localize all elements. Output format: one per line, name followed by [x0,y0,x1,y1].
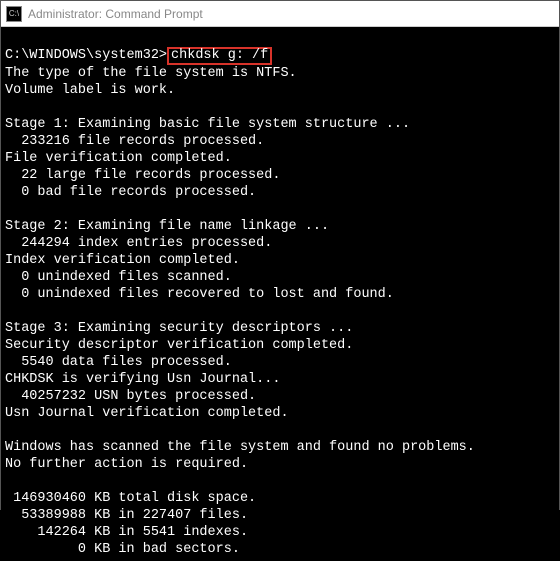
command-highlight: chkdsk g: /f [167,47,272,65]
output-line: 0 KB in bad sectors. [5,542,240,557]
window-title: Administrator: Command Prompt [28,7,203,21]
output-line: 53389988 KB in 227407 files. [5,508,248,523]
terminal-output[interactable]: C:\WINDOWS\system32> chkdsk g: /f The typ… [1,27,559,561]
output-line: 5540 data files processed. [5,355,232,370]
output-line: Stage 2: Examining file name linkage ... [5,219,329,234]
output-line: CHKDSK is verifying Usn Journal... [5,372,280,387]
output-line: Stage 1: Examining basic file system str… [5,117,410,132]
output-line: 0 unindexed files scanned. [5,270,232,285]
output-line: Security descriptor verification complet… [5,338,353,353]
command-prompt: C:\WINDOWS\system32> [5,48,167,63]
output-line: 22 large file records processed. [5,168,280,183]
output-line: 233216 file records processed. [5,134,264,149]
output-line: Windows has scanned the file system and … [5,440,475,455]
output-line: 244294 index entries processed. [5,236,272,251]
output-line: 0 bad file records processed. [5,185,256,200]
window-titlebar[interactable]: C:\ Administrator: Command Prompt [1,1,559,27]
output-line: Volume label is work. [5,83,175,98]
output-line: 40257232 USN bytes processed. [5,389,256,404]
cmd-icon: C:\ [6,6,22,22]
output-line: The type of the file system is NTFS. [5,66,297,81]
command-text: chkdsk g: /f [171,48,268,63]
output-line: Usn Journal verification completed. [5,406,289,421]
output-line: No further action is required. [5,457,248,472]
output-line: 0 unindexed files recovered to lost and … [5,287,394,302]
output-line: Stage 3: Examining security descriptors … [5,321,353,336]
output-line: 146930460 KB total disk space. [5,491,256,506]
output-line: 142264 KB in 5541 indexes. [5,525,248,540]
output-line: File verification completed. [5,151,232,166]
output-line: Index verification completed. [5,253,240,268]
